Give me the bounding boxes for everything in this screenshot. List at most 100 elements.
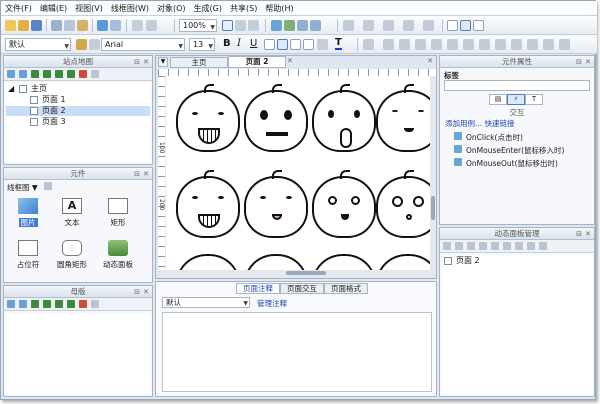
format-painter-icon[interactable] bbox=[76, 39, 87, 50]
widget-rounded-rect[interactable]: 圆角矩形 bbox=[52, 240, 92, 270]
indent-icon[interactable] bbox=[55, 70, 63, 78]
dpm-page-item[interactable]: 页面 2 bbox=[444, 256, 480, 266]
group-icon[interactable] bbox=[271, 20, 282, 31]
emoji-face-row3-c[interactable] bbox=[312, 254, 376, 270]
delete-master-icon[interactable] bbox=[79, 300, 87, 308]
align-center-icon[interactable] bbox=[460, 20, 471, 31]
search-icon[interactable] bbox=[91, 70, 99, 78]
line-color-icon[interactable] bbox=[363, 20, 374, 31]
pin-icon[interactable]: ⊟ bbox=[576, 56, 582, 68]
tab-list-button[interactable]: ▼ bbox=[158, 57, 168, 67]
annotation-tab-icon[interactable]: ▤ bbox=[489, 94, 507, 105]
align-h-icon[interactable] bbox=[447, 39, 458, 50]
strikethrough-icon[interactable] bbox=[317, 39, 328, 50]
tab-home[interactable]: 主页 bbox=[170, 57, 228, 68]
widget-placeholder[interactable]: 占位符 bbox=[8, 240, 48, 270]
scroll-thumb[interactable] bbox=[431, 196, 435, 220]
arrow-style-icon[interactable] bbox=[423, 20, 434, 31]
order-icon[interactable] bbox=[527, 39, 538, 50]
lock-icon[interactable] bbox=[495, 39, 506, 50]
add-master-icon[interactable] bbox=[7, 300, 15, 308]
notes-select[interactable]: 默认 ▼ bbox=[162, 297, 250, 308]
open-folder-icon[interactable] bbox=[18, 20, 29, 31]
align-middle-icon[interactable] bbox=[415, 39, 426, 50]
emoji-face-row3-a[interactable] bbox=[176, 254, 240, 270]
widget-dynamic-panel[interactable]: 动态面板 bbox=[98, 240, 138, 270]
more-icon[interactable] bbox=[559, 39, 570, 50]
emoji-face-cute[interactable] bbox=[312, 170, 376, 238]
pin-icon[interactable]: ⊟ bbox=[134, 286, 140, 298]
redo-icon[interactable] bbox=[110, 20, 121, 31]
pin-icon[interactable]: ⊟ bbox=[134, 168, 140, 180]
menu-object[interactable]: 对象(O) bbox=[157, 3, 186, 14]
distribute-h-icon[interactable] bbox=[463, 39, 474, 50]
add-child-icon[interactable] bbox=[19, 70, 27, 78]
move-down-icon[interactable] bbox=[479, 242, 487, 250]
close-icon[interactable]: ✕ bbox=[143, 56, 149, 68]
move-down-icon[interactable] bbox=[43, 300, 51, 308]
edit-state-icon[interactable] bbox=[491, 242, 499, 250]
widget-image[interactable]: 图片 bbox=[8, 198, 48, 228]
tab-page2[interactable]: 页面 2 bbox=[228, 56, 286, 68]
move-up-icon[interactable] bbox=[467, 242, 475, 250]
move-up-icon[interactable] bbox=[31, 300, 39, 308]
event-onmouseout[interactable]: OnMouseOut(鼠标移出时) bbox=[454, 158, 558, 169]
menu-share[interactable]: 共享(S) bbox=[230, 3, 257, 14]
emoji-face-blush[interactable] bbox=[244, 170, 308, 238]
add-page-icon[interactable] bbox=[7, 70, 15, 78]
tree-item-page2[interactable]: 页面 2 bbox=[30, 106, 66, 116]
close-canvas-icon[interactable]: ✕ bbox=[427, 57, 433, 65]
underline-button[interactable]: U bbox=[250, 38, 257, 49]
text-align-left-icon[interactable] bbox=[264, 39, 275, 50]
bold-button[interactable]: B bbox=[223, 38, 231, 49]
collapse-icon[interactable] bbox=[527, 242, 535, 250]
widget-rectangle[interactable]: 矩形 bbox=[98, 198, 138, 228]
text-justify-icon[interactable] bbox=[303, 39, 314, 50]
emoji-face-row3-b[interactable] bbox=[244, 254, 308, 270]
duplicate-state-icon[interactable] bbox=[455, 242, 463, 250]
add-folder-icon[interactable] bbox=[19, 300, 27, 308]
style-select[interactable]: 默认 ▼ bbox=[5, 38, 71, 51]
interaction-tab-icon[interactable]: ⚡ bbox=[507, 94, 525, 105]
widget-text[interactable]: A 文本 bbox=[52, 198, 92, 228]
hide-icon[interactable] bbox=[543, 39, 554, 50]
delete-page-icon[interactable] bbox=[79, 70, 87, 78]
emoji-face-row3-d[interactable] bbox=[376, 254, 430, 270]
font-select[interactable]: Arial ▼ bbox=[101, 38, 185, 51]
text-color-button[interactable]: T bbox=[335, 37, 342, 50]
bring-front-icon[interactable] bbox=[297, 20, 308, 31]
search-icon[interactable] bbox=[91, 300, 99, 308]
menu-help[interactable]: 帮助(H) bbox=[265, 3, 293, 14]
pin-icon[interactable]: ⊟ bbox=[576, 228, 582, 240]
emoji-face-surprised[interactable] bbox=[376, 170, 430, 238]
tree-item-home[interactable]: 主页 bbox=[19, 84, 47, 94]
close-icon[interactable]: ✕ bbox=[585, 56, 591, 68]
cut-icon[interactable] bbox=[51, 20, 62, 31]
style-edit-icon[interactable] bbox=[89, 39, 100, 50]
unlock-icon[interactable] bbox=[511, 39, 522, 50]
new-file-icon[interactable] bbox=[5, 20, 16, 31]
tab-page-notes[interactable]: 页面注释 bbox=[236, 283, 280, 294]
menu-view[interactable]: 视图(V) bbox=[75, 3, 103, 14]
pin-icon[interactable]: ⊟ bbox=[134, 56, 140, 68]
menu-wireframe[interactable]: 线框图(W) bbox=[111, 3, 149, 14]
widget-library-select[interactable]: 线框图 ▼ bbox=[7, 182, 38, 193]
emoji-face-sleepy[interactable] bbox=[376, 84, 430, 152]
add-state-icon[interactable] bbox=[443, 242, 451, 250]
horizontal-scrollbar[interactable] bbox=[166, 270, 430, 277]
close-icon[interactable]: ✕ bbox=[143, 168, 149, 180]
emoji-face-shout[interactable] bbox=[312, 84, 376, 152]
quick-link[interactable]: 快速链接 bbox=[485, 119, 515, 128]
align-bottom-icon[interactable] bbox=[431, 39, 442, 50]
tab-page-format[interactable]: 页面格式 bbox=[324, 283, 368, 294]
tree-item-page1[interactable]: 页面 1 bbox=[30, 95, 66, 105]
copy-icon[interactable] bbox=[64, 20, 75, 31]
align-right-icon[interactable] bbox=[473, 20, 484, 31]
format-tab-icon[interactable]: T bbox=[525, 94, 543, 105]
filter-icon[interactable] bbox=[539, 242, 547, 250]
emoji-face-laugh[interactable] bbox=[176, 84, 240, 152]
event-onmouseenter[interactable]: OnMouseEnter(鼠标移入时) bbox=[454, 145, 564, 156]
tree-item-page3[interactable]: 页面 3 bbox=[30, 117, 66, 127]
menu-file[interactable]: 文件(F) bbox=[5, 3, 32, 14]
event-onclick[interactable]: OnClick(点击时) bbox=[454, 132, 523, 143]
